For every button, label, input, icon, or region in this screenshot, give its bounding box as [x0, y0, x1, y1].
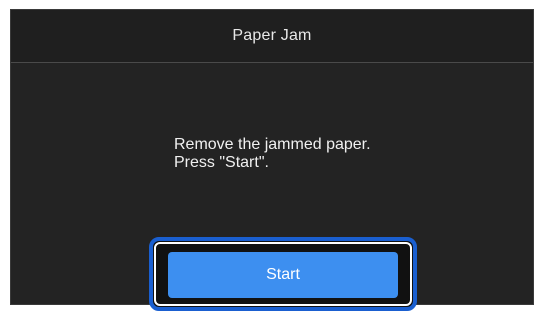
instruction-message: Remove the jammed paper. Press "Start".: [174, 136, 371, 172]
start-button[interactable]: Start: [168, 252, 398, 298]
dialog-title: Paper Jam: [232, 27, 312, 44]
title-bar: Paper Jam: [11, 10, 533, 63]
start-button-highlight: Start: [149, 237, 417, 311]
message-line-1: Remove the jammed paper.: [174, 136, 371, 153]
message-line-2: Press "Start".: [174, 154, 269, 171]
